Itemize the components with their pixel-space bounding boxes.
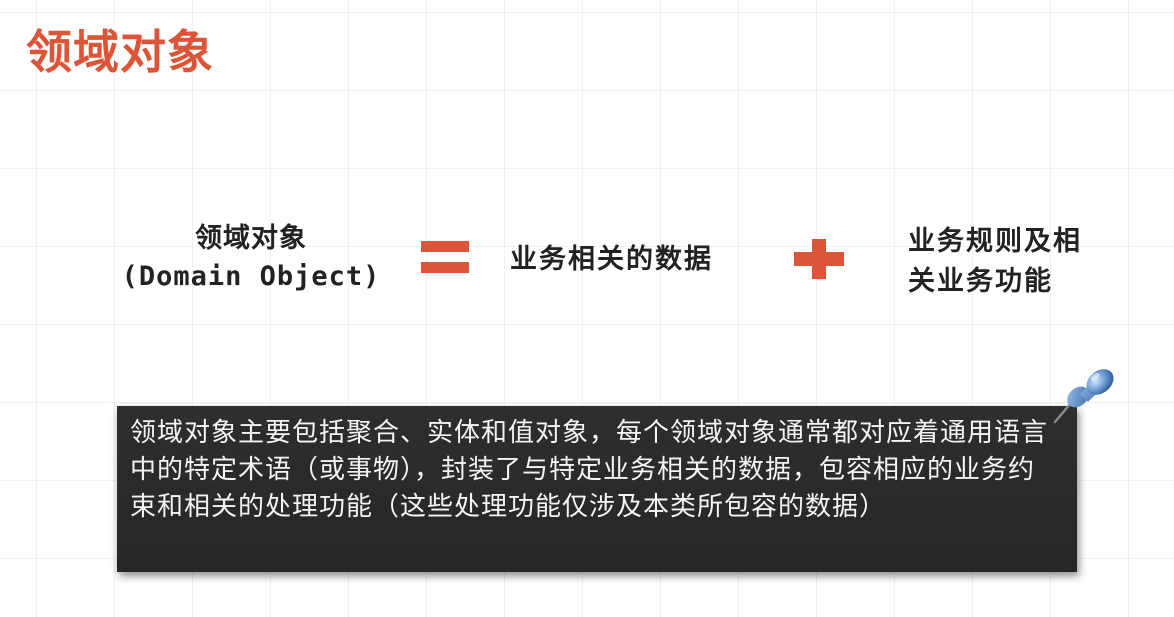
term-chinese: 领域对象 (195, 223, 307, 254)
plus-icon (794, 239, 844, 279)
slide-title: 领域对象 (26, 25, 214, 79)
term-english: (Domain Object) (121, 261, 381, 292)
pushpin-icon (1053, 369, 1114, 424)
slide: 领域对象 领域对象 (Domain Object) 业务相关的数据 业务规则及相… (0, 0, 1174, 617)
business-rules-label: 业务规则及相 关业务功能 (908, 222, 1108, 302)
business-data-label: 业务相关的数据 (510, 244, 713, 275)
note-box: 领域对象主要包括聚合、实体和值对象，每个领域对象通常都对应着通用语言中的特定术语… (117, 406, 1077, 572)
equals-icon (421, 241, 469, 273)
note-text: 领域对象主要包括聚合、实体和值对象，每个领域对象通常都对应着通用语言中的特定术语… (130, 418, 1049, 522)
rules-line-1: 业务规则及相 (908, 226, 1082, 257)
domain-object-term: 领域对象 (Domain Object) (96, 220, 406, 296)
rules-line-2: 关业务功能 (908, 266, 1053, 297)
